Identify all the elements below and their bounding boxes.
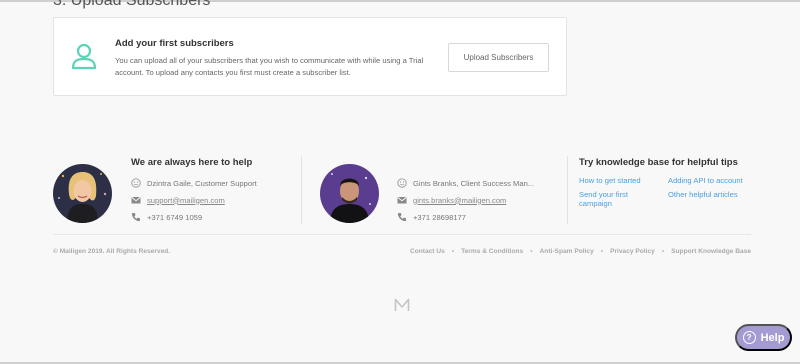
envelope-icon [131,195,141,205]
avatar [320,164,379,223]
user-icon [71,43,97,70]
footer-link-anti-spam[interactable]: Anti-Spam Policy [540,248,594,255]
footer-link-knowledge-base[interactable]: Support Knowledge Base [671,248,751,255]
phone-icon [397,212,407,222]
envelope-icon [397,195,407,205]
contact-name: Dzintra Gaile, Customer Support [147,178,257,188]
knowledge-base-heading: Try knowledge base for helpful tips [579,157,738,168]
phone-icon [131,212,141,222]
kb-link-other-articles[interactable]: Other helpful articles [668,190,738,199]
separator: • [451,248,455,255]
question-icon: ? [742,331,756,344]
kb-link-get-started[interactable]: How to get started [579,176,641,185]
footer-link-terms[interactable]: Terms & Conditions [461,248,523,255]
contact-phone-row: +371 6749 1059 [131,212,202,222]
card-heading: Add your first subscribers [115,38,234,49]
footer-link-privacy[interactable]: Privacy Policy [610,248,655,255]
card-description: You can upload all of your subscribers t… [115,56,424,77]
separator: • [661,248,665,255]
kb-link-first-campaign[interactable]: Send your first campaign [579,190,659,208]
mailigen-logo [394,298,410,311]
support-heading: We are always here to help [131,157,253,168]
upload-subscribers-card: Add your first subscribers You can uploa… [53,17,567,96]
help-button[interactable]: ? Help [735,324,792,351]
column-divider [567,156,568,224]
column-divider [301,156,302,224]
footer-divider [53,234,751,235]
contact-email-row: gints.branks@mailigen.com [397,195,506,205]
separator: • [600,248,604,255]
smile-icon [131,178,141,188]
kb-link-adding-api[interactable]: Adding API to account [668,176,743,185]
help-button-label: Help [760,331,785,344]
section-title: 3. Upload Subscribers [53,0,211,9]
contact-email-link[interactable]: gints.branks@mailigen.com [413,196,506,205]
contact-name-row: Gints Branks, Client Success Man... [397,178,534,188]
smile-icon [397,178,407,188]
footer-links: Contact Us • Terms & Conditions • Anti-S… [410,248,751,255]
upload-subscribers-button[interactable]: Upload Subscribers [448,43,549,72]
contact-phone: +371 6749 1059 [147,212,203,222]
separator: • [530,248,533,255]
contact-email-link[interactable]: support@mailigen.com [147,196,225,205]
avatar [53,164,112,223]
contact-phone: +371 28698177 [413,212,467,222]
contact-phone-row: +371 28698177 [397,212,466,222]
contact-email-row: support@mailigen.com [131,195,225,205]
footer-link-contact[interactable]: Contact Us [410,248,445,255]
contact-name: Gints Branks, Client Success Man... [413,178,535,188]
copyright-text: © Mailigen 2019. All Rights Reserved. [53,248,171,255]
contact-name-row: Dzintra Gaile, Customer Support [131,178,257,188]
